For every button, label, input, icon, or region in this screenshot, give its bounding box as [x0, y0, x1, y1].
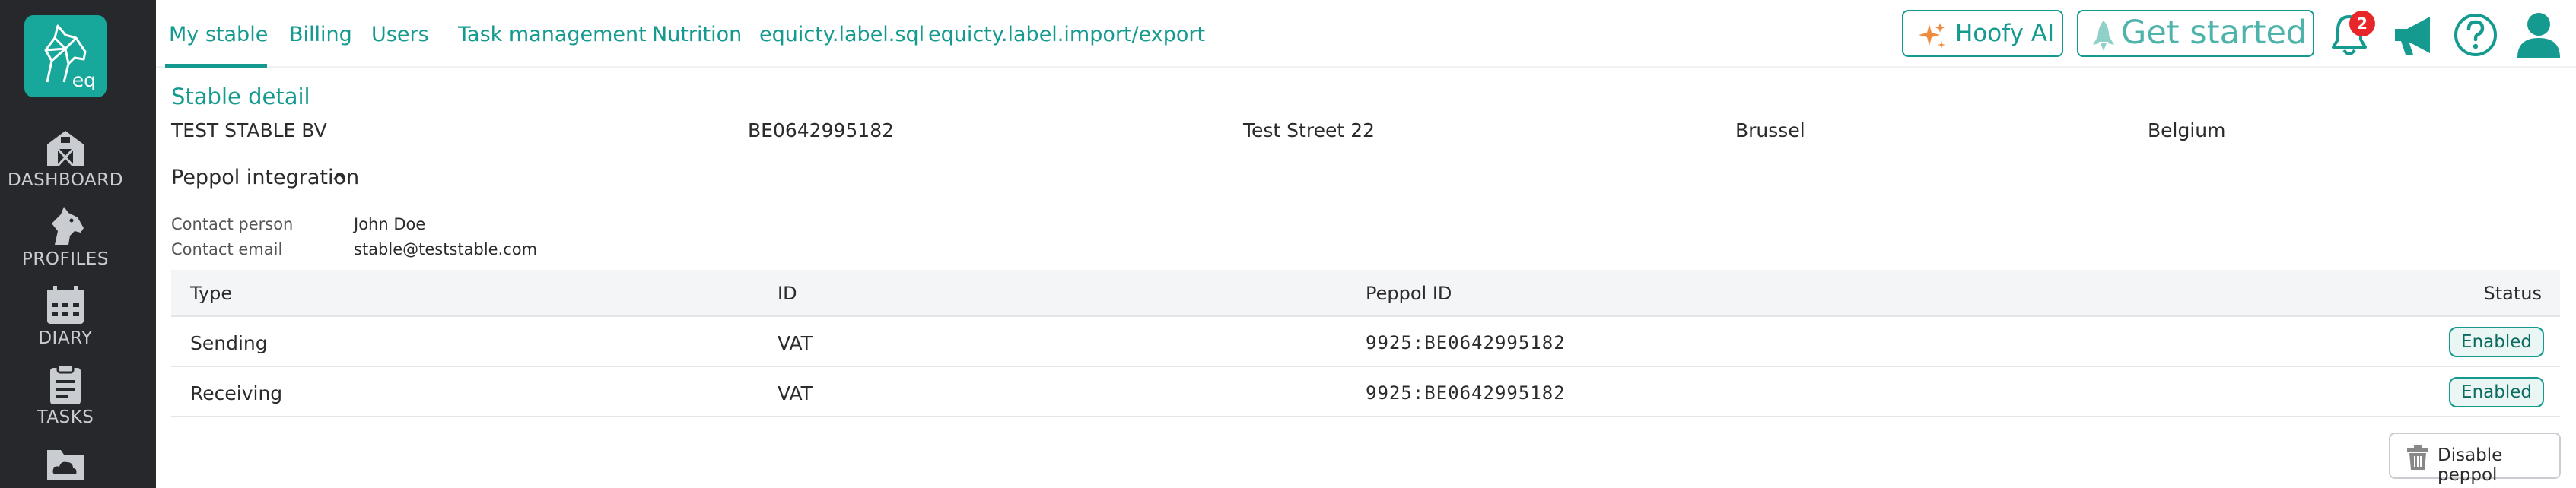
sidebar-item-label: DIARY: [38, 328, 93, 348]
help-icon[interactable]: [2453, 12, 2498, 58]
table-row: Receiving VAT 9925:BE0642995182 Enabled: [171, 367, 2560, 417]
stable-name: TEST STABLE BV: [171, 119, 327, 141]
tab-import-export[interactable]: equicty.label.import/export: [928, 23, 1205, 46]
megaphone-icon[interactable]: [2392, 12, 2438, 58]
sparkle-icon: [1919, 23, 1945, 49]
contact-person-label: Contact person: [171, 215, 294, 233]
barn-icon: [47, 131, 84, 167]
get-started-label: Get started: [2121, 14, 2307, 52]
clipboard-icon: [50, 363, 81, 404]
row-type: Receiving: [190, 382, 283, 404]
stable-detail-title: Stable detail: [171, 84, 310, 109]
row-id: VAT: [778, 332, 813, 354]
logo-text: eq: [72, 69, 96, 91]
sidebar-item-label: PROFILES: [22, 249, 109, 269]
user-avatar-icon[interactable]: [2514, 11, 2563, 58]
contact-email-value: stable@teststable.com: [354, 240, 538, 258]
stable-vat: BE0642995182: [748, 119, 895, 141]
status-badge: Enabled: [2449, 327, 2544, 357]
chevron-up-icon[interactable]: [332, 171, 346, 182]
tab-users[interactable]: Users: [371, 23, 429, 46]
disable-peppol-label: Disable peppol: [2438, 445, 2503, 485]
sidebar-item-documents[interactable]: [0, 442, 131, 486]
hoofy-ai-button[interactable]: Hoofy AI: [1902, 10, 2063, 57]
sidebar-item-dashboard[interactable]: DASHBOARD: [0, 126, 131, 190]
hoofy-ai-label: Hoofy AI: [1955, 20, 2055, 47]
status-badge: Enabled: [2449, 377, 2544, 407]
app-logo[interactable]: eq: [24, 15, 107, 97]
disable-peppol-button[interactable]: Disable peppol: [2389, 433, 2561, 485]
column-header-peppol-id: Peppol ID: [1366, 283, 1452, 304]
column-header-status: Status: [2483, 283, 2542, 304]
rocket-icon: [2093, 21, 2114, 51]
calendar-icon: [47, 286, 84, 324]
peppol-table-header: Type ID Peppol ID Status: [171, 270, 2560, 317]
tab-billing[interactable]: Billing: [289, 23, 352, 46]
peppol-integration-title[interactable]: Peppol integration: [171, 166, 359, 189]
row-peppol-id: 9925:BE0642995182: [1366, 382, 1566, 404]
stable-street: Test Street 22: [1243, 119, 1375, 141]
sidebar-item-tasks[interactable]: TASKS: [0, 363, 131, 427]
sidebar-item-label: TASKS: [37, 407, 94, 427]
notification-badge: 2: [2349, 11, 2375, 36]
tab-sql[interactable]: equicty.label.sql: [759, 23, 924, 46]
column-header-type: Type: [190, 283, 233, 304]
sidebar-item-diary[interactable]: DIARY: [0, 284, 131, 348]
sidebar: eq DASHBOARD PROFILES DIARY TASKS: [0, 0, 156, 488]
row-peppol-id: 9925:BE0642995182: [1366, 332, 1566, 353]
contact-email-label: Contact email: [171, 240, 283, 258]
horse-head-icon: [52, 207, 84, 245]
sidebar-item-label: DASHBOARD: [8, 170, 123, 190]
table-row: Sending VAT 9925:BE0642995182 Enabled: [171, 317, 2560, 367]
tab-my-stable[interactable]: My stable: [169, 23, 268, 46]
active-tab-indicator: [165, 64, 267, 68]
row-type: Sending: [190, 332, 268, 354]
tab-nutrition[interactable]: Nutrition: [652, 23, 742, 46]
folder-cloud-icon: [47, 450, 84, 480]
stable-city: Brussel: [1735, 119, 1805, 141]
column-header-id: ID: [778, 283, 797, 304]
trash-icon: [2407, 445, 2428, 470]
contact-person-value: John Doe: [354, 215, 426, 233]
stable-country: Belgium: [2148, 119, 2226, 141]
row-id: VAT: [778, 382, 813, 404]
tab-task-management[interactable]: Task management: [458, 23, 647, 46]
sidebar-item-profiles[interactable]: PROFILES: [0, 205, 131, 269]
get-started-button[interactable]: Get started: [2077, 10, 2314, 57]
